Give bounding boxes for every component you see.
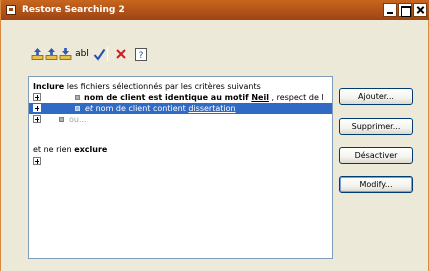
criterion-2-value-link[interactable]: dissertation	[188, 104, 235, 113]
delete-button[interactable]: Supprimer...	[339, 118, 413, 135]
title-bar[interactable]: Restore Searching 2	[1, 0, 429, 20]
expand-plus-icon[interactable]	[33, 157, 41, 165]
close-button[interactable]	[413, 3, 427, 17]
criteria-list[interactable]: Inclure les fichiers sélectionnés par le…	[28, 76, 333, 259]
criterion-row-2-selected[interactable]: et nom de client contient dissertation	[29, 103, 332, 114]
criterion-2-prefix: et	[85, 104, 94, 113]
criterion-row-3-placeholder[interactable]: ou...	[29, 114, 332, 125]
criterion-1-value-link[interactable]: Neil	[251, 93, 269, 102]
svg-text:?: ?	[139, 51, 144, 61]
restore-searching-window: Restore Searching 2 abl ? Inclure les fi…	[0, 0, 429, 271]
criterion-bullet-icon	[59, 117, 64, 122]
maximize-button[interactable]	[398, 3, 412, 17]
criterion-bullet-icon	[75, 95, 80, 100]
window-title: Restore Searching 2	[22, 5, 125, 15]
modify-button[interactable]: Modify...	[339, 176, 413, 193]
criterion-2-text: nom de client contient	[93, 104, 189, 113]
exclude-header-row: et ne rien exclure	[29, 144, 332, 155]
app-icon[interactable]	[6, 5, 16, 15]
include-keyword: Inclure	[33, 82, 65, 91]
expand-plus-icon[interactable]	[33, 93, 41, 101]
minimize-button[interactable]	[383, 3, 397, 17]
exclude-add-row[interactable]	[29, 156, 332, 167]
checkmark-icon[interactable]	[91, 44, 107, 64]
help-icon[interactable]: ?	[133, 44, 149, 64]
add-criterion-after-icon[interactable]	[57, 44, 73, 64]
toolbar-separator	[107, 47, 108, 61]
criterion-row-1[interactable]: nom de client est identique au motif Nei…	[29, 92, 332, 103]
text-field-icon[interactable]: abl	[73, 44, 91, 64]
criterion-1-rest: , respect de l	[268, 93, 324, 102]
include-header-row: Inclure les fichiers sélectionnés par le…	[29, 81, 332, 92]
include-description: les fichiers sélectionnés par les critèr…	[64, 82, 261, 91]
exclude-keyword: exclure	[74, 145, 108, 154]
delete-x-icon[interactable]	[113, 44, 129, 64]
or-placeholder: ou...	[69, 115, 87, 124]
exclude-prefix: et ne rien	[33, 145, 75, 154]
add-button[interactable]: Ajouter...	[339, 88, 413, 105]
expand-plus-icon[interactable]	[33, 104, 41, 112]
criterion-1-text: nom de client est identique au motif	[84, 93, 252, 102]
criterion-bullet-icon	[75, 106, 80, 111]
deactivate-button[interactable]: Désactiver	[339, 147, 413, 164]
expand-plus-icon[interactable]	[33, 115, 41, 123]
